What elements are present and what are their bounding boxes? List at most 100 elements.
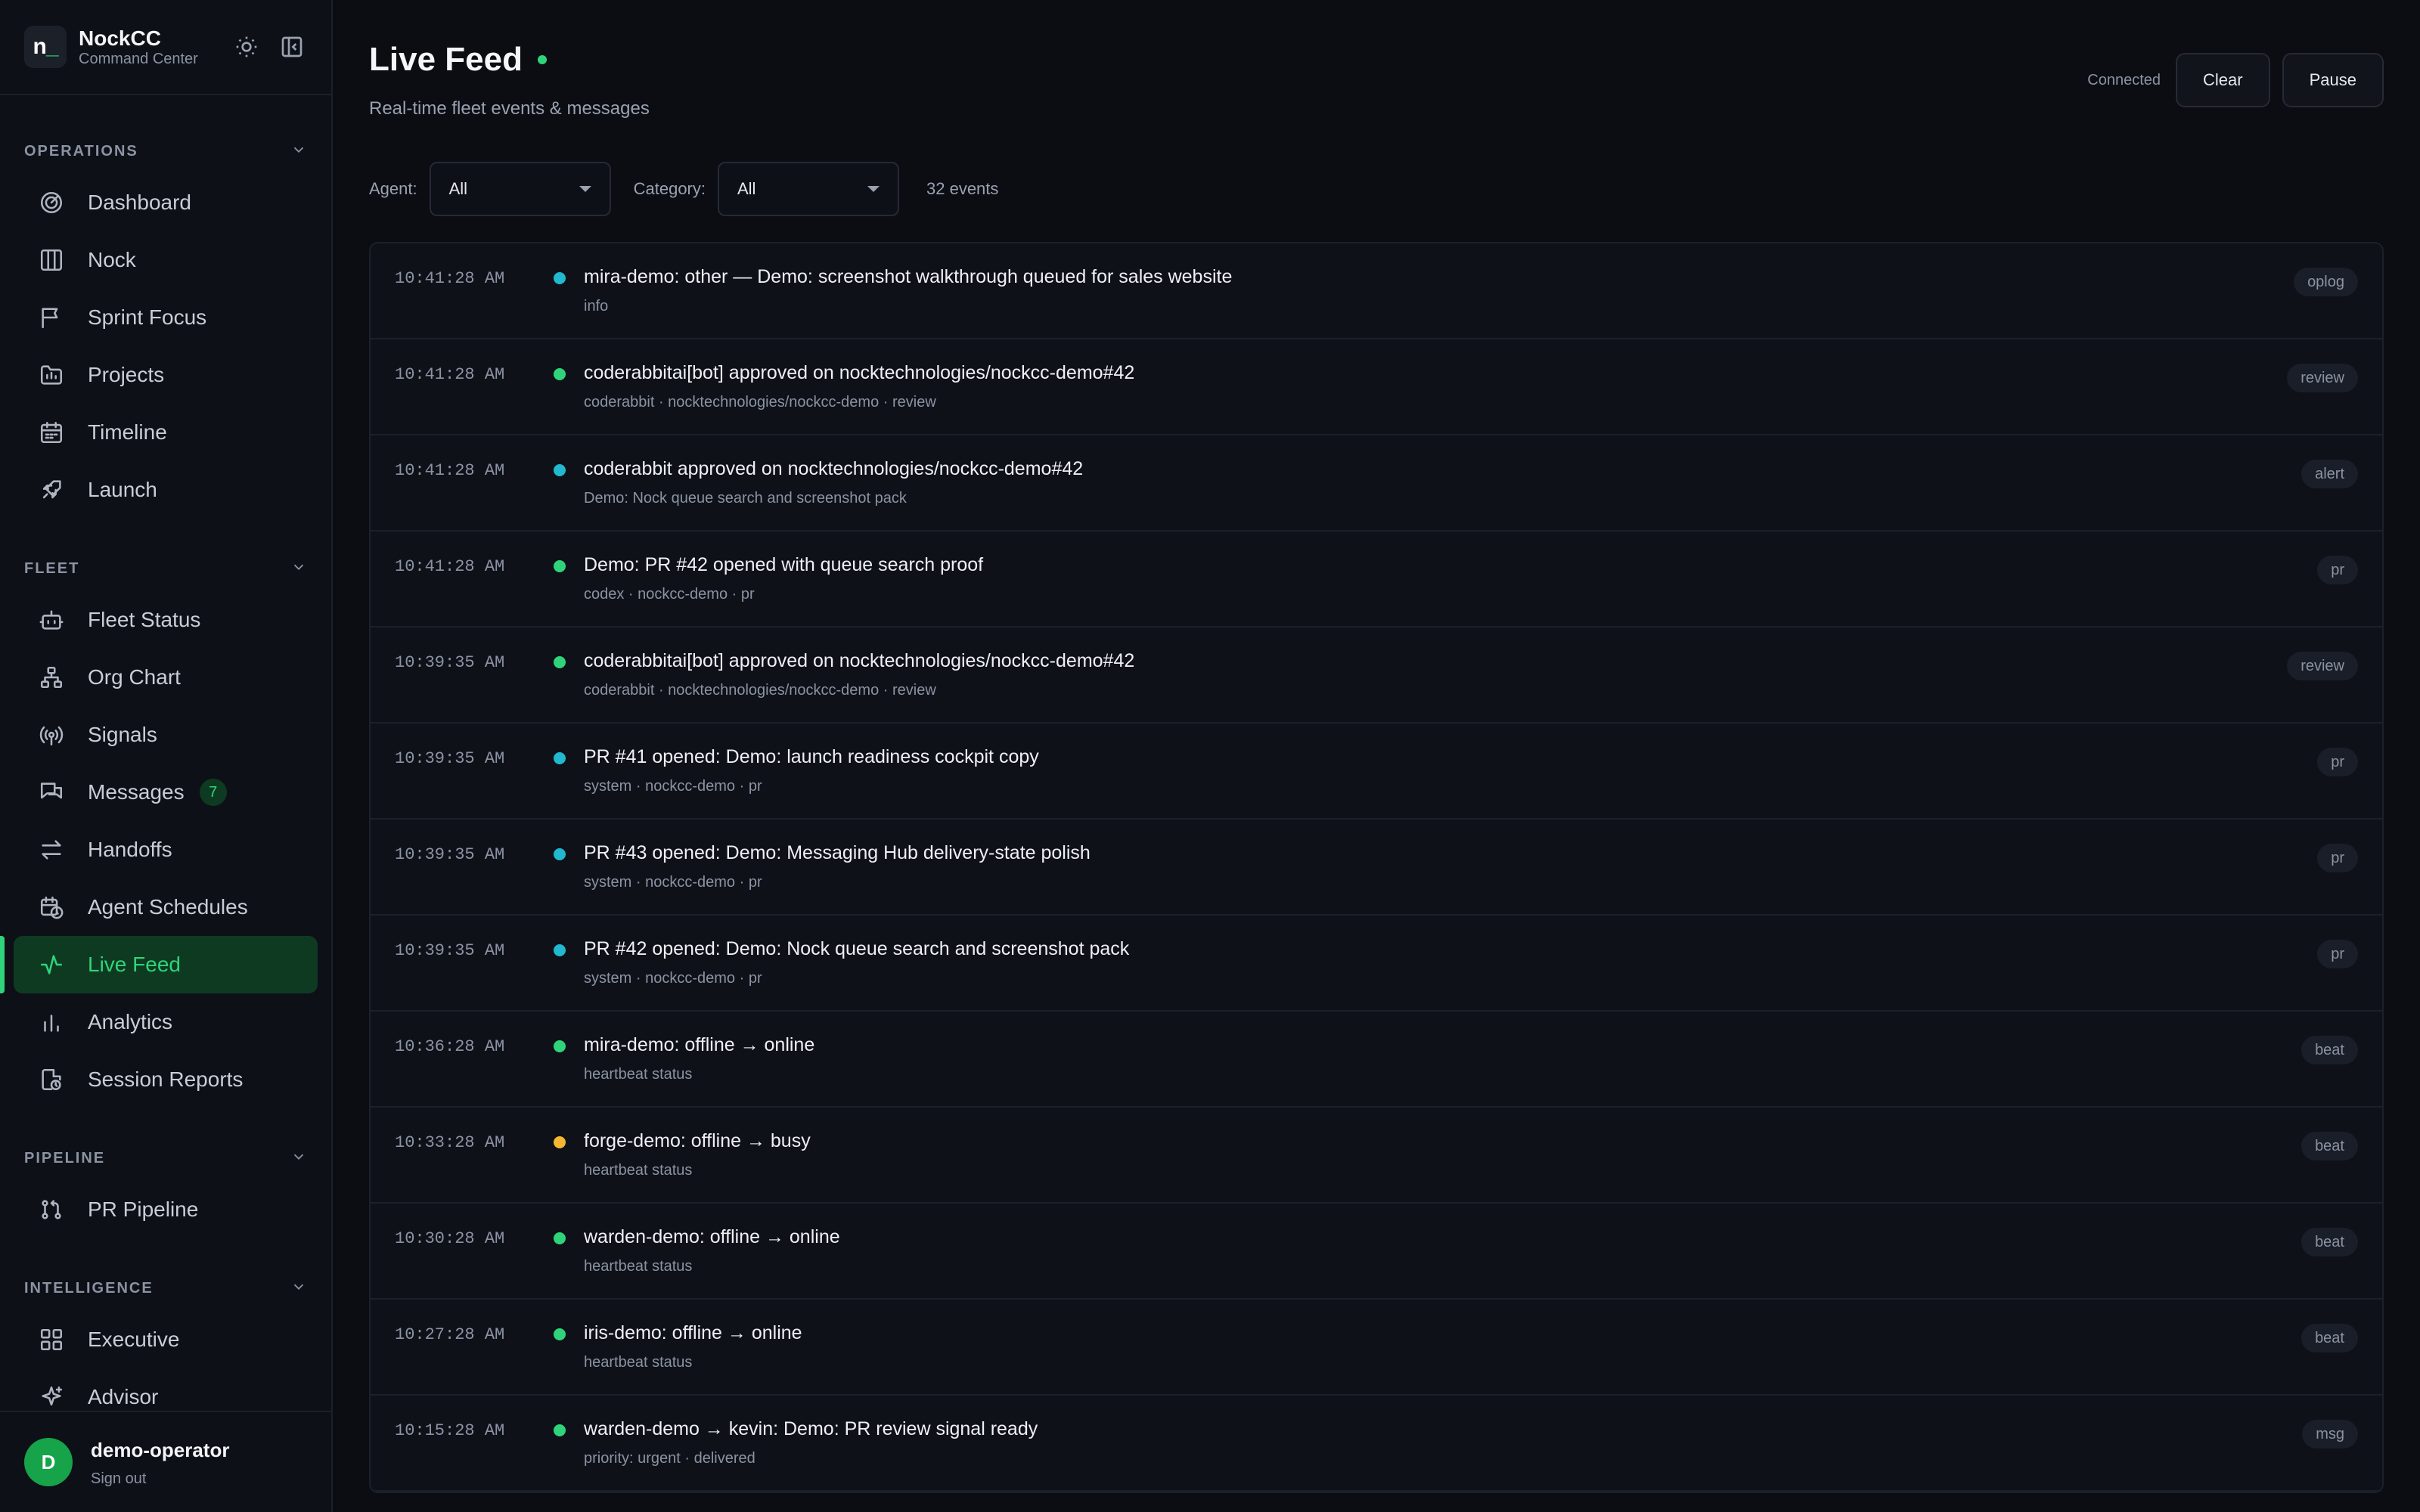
section-header[interactable]: OPERATIONS — [14, 136, 318, 166]
event-timestamp: 10:41:28 AM — [395, 461, 505, 480]
event-body: warden-demo: offline → online heartbeat s… — [584, 1225, 840, 1275]
nav-section-intelligence: INTELLIGENCE Executive Advisor — [0, 1273, 331, 1426]
user-box: D demo-operator Sign out — [0, 1411, 331, 1512]
sidebar-item-nock[interactable]: Nock — [14, 231, 318, 289]
sidebar-item-agent-schedules[interactable]: Agent Schedules — [14, 878, 318, 936]
folder-icon — [36, 360, 67, 390]
event-category-tag: beat — [2301, 1228, 2358, 1256]
sidebar-item-label: Advisor — [88, 1385, 159, 1408]
sidebar-item-executive[interactable]: Executive — [14, 1311, 318, 1368]
feed-row[interactable]: 10:39:35 AM PR #41 opened: Demo: launch r… — [371, 723, 2382, 820]
section-label: OPERATIONS — [24, 142, 138, 160]
event-title: coderabbitai[bot] approved on nocktechno… — [584, 650, 1135, 671]
event-feed: 10:41:28 AM mira-demo: other — Demo: scre… — [369, 242, 2384, 1493]
sidebar-item-pr-pipeline[interactable]: PR Pipeline — [14, 1181, 318, 1238]
feed-row[interactable]: 10:36:28 AM mira-demo: offline → online he… — [371, 1012, 2382, 1108]
feed-row[interactable]: 10:41:28 AM mira-demo: other — Demo: scre… — [371, 243, 2382, 339]
status-dot — [554, 656, 566, 668]
event-body: mira-demo: other — Demo: screenshot walk… — [584, 265, 1232, 315]
sidebar-item-handoffs[interactable]: Handoffs — [14, 821, 318, 878]
event-timestamp: 10:27:28 AM — [395, 1325, 505, 1344]
chat-icon — [36, 777, 67, 807]
section-header[interactable]: FLEET — [14, 553, 318, 584]
status-dot — [554, 848, 566, 860]
sidebar: n _ NockCC Command Center OPERATIONS Dashb… — [0, 0, 333, 1512]
status-dot — [554, 1040, 566, 1052]
main-content: Live Feed Real-time fleet events & messa… — [333, 0, 2420, 1512]
collapse-sidebar-icon[interactable] — [277, 32, 307, 62]
event-body: coderabbitai[bot] approved on nocktechno… — [584, 361, 1134, 411]
section-header[interactable]: INTELLIGENCE — [14, 1273, 318, 1303]
agent-filter-label: Agent: — [369, 179, 417, 198]
sidebar-item-org-chart[interactable]: Org Chart — [14, 649, 318, 706]
sidebar-item-label: Session Reports — [88, 1067, 244, 1091]
sidebar-item-session-reports[interactable]: Session Reports — [14, 1051, 318, 1108]
feed-row[interactable]: 10:33:28 AM forge-demo: offline → busy hea… — [371, 1108, 2382, 1204]
event-category-tag: review — [2287, 364, 2358, 392]
event-category-tag: review — [2287, 652, 2358, 680]
sidebar-item-dashboard[interactable]: Dashboard — [14, 174, 318, 231]
status-dot — [554, 464, 566, 476]
sidebar-item-fleet-status[interactable]: Fleet Status — [14, 591, 318, 649]
title-row: Live Feed — [369, 41, 650, 79]
event-category-tag: oplog — [2294, 268, 2358, 296]
status-dot — [554, 944, 566, 956]
agent-filter-select[interactable]: All — [429, 162, 611, 216]
pause-button[interactable]: Pause — [2282, 53, 2384, 107]
bar-chart-icon — [36, 1007, 67, 1037]
event-category-tag: beat — [2301, 1132, 2358, 1160]
status-dot — [554, 1424, 566, 1436]
sidebar-item-messages[interactable]: Messages 7 — [14, 764, 318, 821]
event-category-tag: beat — [2301, 1324, 2358, 1352]
header-actions: Connected Clear Pause — [2087, 53, 2384, 107]
chevron-down-icon — [867, 186, 880, 192]
app-logo[interactable]: n _ — [24, 26, 67, 68]
status-dot — [554, 752, 566, 764]
event-title: forge-demo: offline → busy — [584, 1130, 811, 1151]
sidebar-item-label: Dashboard — [88, 191, 191, 214]
brand-text: NockCC Command Center — [79, 26, 198, 67]
calendar-clock-icon — [36, 892, 67, 922]
sign-out-link[interactable]: Sign out — [91, 1470, 229, 1488]
feed-row[interactable]: 10:39:35 AM PR #42 opened: Demo: Nock que… — [371, 916, 2382, 1012]
sidebar-item-launch[interactable]: Launch — [14, 461, 318, 519]
event-title: Demo: PR #42 opened with queue search pr… — [584, 554, 984, 575]
feed-row[interactable]: 10:15:28 AM warden-demo → kevin: Demo: PR… — [371, 1396, 2382, 1492]
feed-row[interactable]: 10:39:35 AM PR #43 opened: Demo: Messagin… — [371, 820, 2382, 916]
section-label: INTELLIGENCE — [24, 1279, 154, 1297]
status-dot — [554, 560, 566, 572]
avatar[interactable]: D — [24, 1438, 73, 1486]
activity-icon — [36, 950, 67, 980]
event-meta: heartbeat status — [584, 1066, 693, 1083]
sidebar-item-projects[interactable]: Projects — [14, 346, 318, 404]
feed-row[interactable]: 10:41:28 AM coderabbitai[bot] approved on… — [371, 339, 2382, 435]
event-title: warden-demo: offline → online — [584, 1226, 840, 1247]
sidebar-item-timeline[interactable]: Timeline — [14, 404, 318, 461]
feed-row[interactable]: 10:27:28 AM iris-demo: offline → online he… — [371, 1300, 2382, 1396]
section-label: FLEET — [24, 559, 80, 577]
feed-row[interactable]: 10:39:35 AM coderabbitai[bot] approved on… — [371, 627, 2382, 723]
event-category-tag: alert — [2301, 460, 2358, 488]
clear-button[interactable]: Clear — [2176, 53, 2270, 107]
flag-icon — [36, 302, 67, 333]
category-filter-select[interactable]: All — [718, 162, 899, 216]
feed-row[interactable]: 10:41:28 AM Demo: PR #42 opened with queu… — [371, 531, 2382, 627]
arrows-icon — [36, 835, 67, 865]
sidebar-item-analytics[interactable]: Analytics — [14, 993, 318, 1051]
feed-row[interactable]: 10:30:28 AM warden-demo: offline → online… — [371, 1204, 2382, 1300]
status-dot — [554, 368, 566, 380]
board-icon — [36, 245, 67, 275]
layout-icon — [36, 1325, 67, 1355]
sidebar-item-label: Agent Schedules — [88, 895, 248, 919]
feed-row[interactable]: 10:41:28 AM coderabbit approved on nockte… — [371, 435, 2382, 531]
sun-icon[interactable] — [231, 32, 262, 62]
sidebar-item-signals[interactable]: Signals — [14, 706, 318, 764]
event-timestamp: 10:15:28 AM — [395, 1421, 505, 1440]
sidebar-item-label: Live Feed — [88, 953, 181, 976]
sidebar-item-label: Launch — [88, 478, 157, 501]
sidebar-item-live-feed[interactable]: Live Feed — [0, 936, 318, 993]
event-body: warden-demo → kevin: Demo: PR review sig… — [584, 1417, 1038, 1467]
sidebar-item-sprint-focus[interactable]: Sprint Focus — [14, 289, 318, 346]
unread-count-badge: 7 — [199, 779, 227, 806]
section-header[interactable]: PIPELINE — [14, 1143, 318, 1173]
